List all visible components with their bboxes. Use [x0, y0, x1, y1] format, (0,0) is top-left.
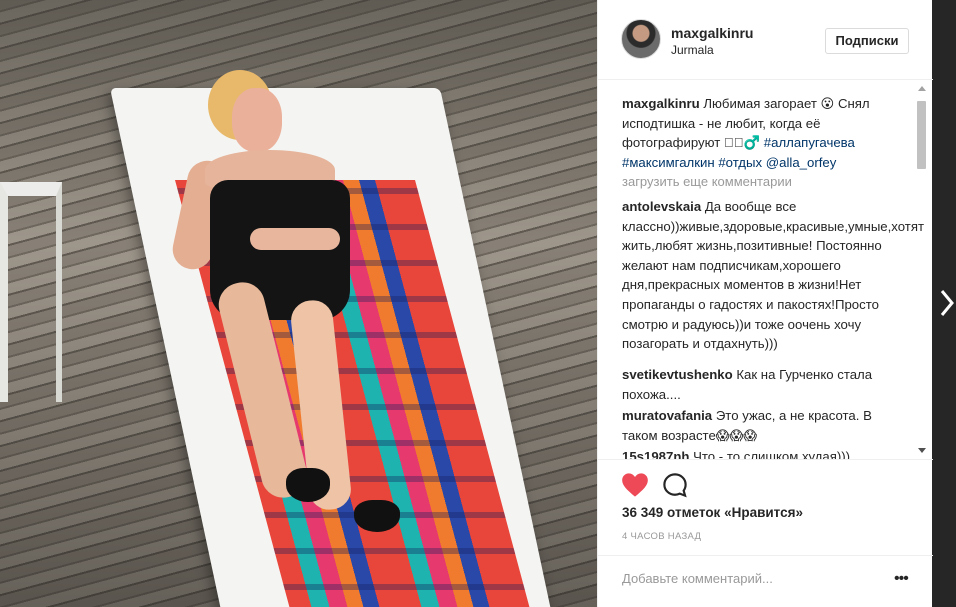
person-face: [232, 88, 282, 152]
scroll-up-arrow-icon[interactable]: [918, 86, 926, 91]
post-header: maxgalkinru Jurmala Подписки: [598, 0, 933, 80]
comment-author[interactable]: antolevskaia: [622, 199, 701, 214]
comments-list: maxgalkinru Любимая загорает 😮 Снял испо…: [598, 81, 933, 459]
post-photo[interactable]: [0, 0, 597, 607]
scroll-down-arrow-icon[interactable]: [918, 448, 926, 453]
post-actions: 36 349 отметок «Нравится» 4 ЧАСОВ НАЗАД: [598, 459, 933, 563]
mention-link[interactable]: @alla_orfey: [766, 155, 837, 170]
person-shoe: [354, 500, 400, 532]
comment-input[interactable]: [622, 568, 882, 588]
comment-item: muratovafania Это ужас, а не красота. В …: [622, 406, 892, 445]
comment-author[interactable]: muratovafania: [622, 408, 712, 423]
person-shoe: [286, 468, 330, 502]
chevron-right-icon[interactable]: [936, 285, 956, 321]
post-username[interactable]: maxgalkinru: [671, 25, 753, 41]
caption: maxgalkinru Любимая загорает 😮 Снял испо…: [622, 94, 892, 172]
comment-author[interactable]: 15s1987nh: [622, 449, 689, 459]
comment-author[interactable]: svetikevtushenko: [622, 367, 733, 382]
person-arm: [250, 228, 340, 250]
comment-icon[interactable]: [662, 472, 688, 498]
post-timestamp[interactable]: 4 ЧАСОВ НАЗАД: [622, 531, 701, 542]
side-table: [0, 182, 62, 402]
more-options-icon[interactable]: •••: [894, 570, 909, 588]
add-comment-bar: •••: [598, 555, 933, 607]
post-location[interactable]: Jurmala: [671, 43, 714, 57]
comment-text: Что - то слишком худая))): [693, 449, 851, 459]
avatar[interactable]: [621, 19, 661, 59]
hashtag-link[interactable]: #отдых: [718, 155, 762, 170]
comment-item: svetikevtushenko Как на Гурченко стала п…: [622, 365, 892, 404]
following-button[interactable]: Подписки: [825, 28, 909, 54]
comment-text: Да вообще все классно))живые,здоровые,кр…: [622, 199, 925, 352]
load-more-comments-button[interactable]: загрузить еще комментарии: [622, 174, 792, 189]
comment-item: 15s1987nh Что - то слишком худая))): [622, 447, 892, 459]
hashtag-link[interactable]: #максимгалкин: [622, 155, 715, 170]
scrollbar-thumb[interactable]: [917, 101, 926, 169]
caption-author[interactable]: maxgalkinru: [622, 96, 700, 111]
heart-icon[interactable]: [621, 472, 649, 498]
comment-item: antolevskaia Да вообще все классно))живы…: [622, 197, 924, 354]
likes-count[interactable]: 36 349 отметок «Нравится»: [622, 505, 803, 520]
comments-scrollbar[interactable]: [916, 86, 928, 456]
hashtag-link[interactable]: #аллапугачева: [764, 135, 855, 150]
post-side-panel: maxgalkinru Jurmala Подписки maxgalkinru…: [597, 0, 933, 607]
